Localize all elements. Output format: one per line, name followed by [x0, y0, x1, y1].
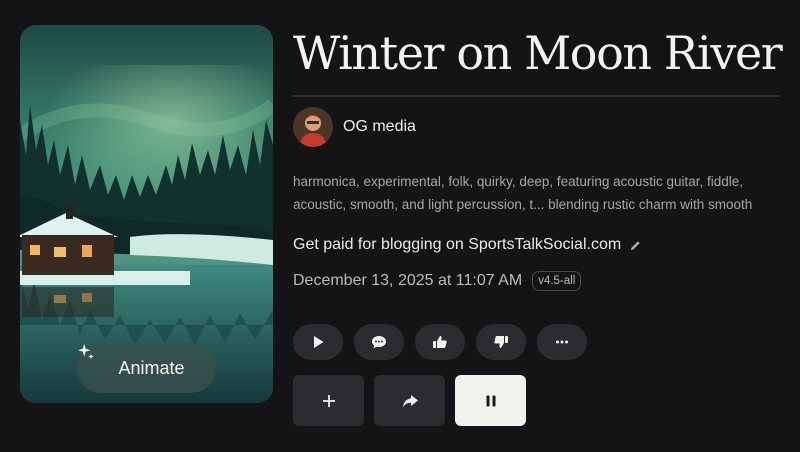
created-date: December 13, 2025 at 11:07 AM	[293, 272, 523, 289]
tags-line-1: harmonica, experimental, folk, quirky, d…	[293, 174, 743, 189]
plus-icon	[320, 392, 338, 410]
thumbs-up-icon	[432, 334, 448, 350]
like-button[interactable]	[415, 324, 465, 360]
play-icon	[310, 334, 326, 350]
author-name[interactable]: OG media	[343, 118, 416, 136]
thumbs-down-icon	[493, 334, 509, 350]
share-button[interactable]	[374, 375, 445, 426]
play-button[interactable]	[293, 324, 343, 360]
more-icon	[554, 334, 570, 350]
animate-button[interactable]: Animate	[77, 343, 216, 393]
pause-icon	[482, 392, 500, 410]
share-icon	[401, 392, 419, 410]
action-bar	[293, 324, 587, 360]
cover-art[interactable]: Animate	[20, 25, 273, 403]
more-button[interactable]	[537, 324, 587, 360]
edit-pencil-icon[interactable]	[629, 239, 642, 252]
song-meta: December 13, 2025 at 11:07 AM v4.5-all	[293, 271, 582, 291]
promo-label: Get paid for blogging on SportsTalkSocia…	[293, 236, 622, 253]
model-version-badge: v4.5-all	[532, 271, 582, 291]
song-title: Winter on Moon River	[293, 26, 783, 80]
promo-text[interactable]: Get paid for blogging on SportsTalkSocia…	[293, 236, 642, 254]
add-button[interactable]	[293, 375, 364, 426]
avatar[interactable]	[293, 107, 333, 147]
tags-line-2: acoustic, smooth, and light percussion, …	[293, 197, 753, 212]
title-divider	[293, 95, 780, 97]
comment-button[interactable]	[354, 324, 404, 360]
comment-icon	[371, 334, 387, 350]
dislike-button[interactable]	[476, 324, 526, 360]
pause-button[interactable]	[455, 375, 526, 426]
style-tags: harmonica, experimental, folk, quirky, d…	[293, 170, 785, 216]
secondary-action-bar	[293, 375, 526, 426]
animate-label: Animate	[118, 357, 185, 378]
author-link[interactable]: OG media	[293, 107, 416, 147]
